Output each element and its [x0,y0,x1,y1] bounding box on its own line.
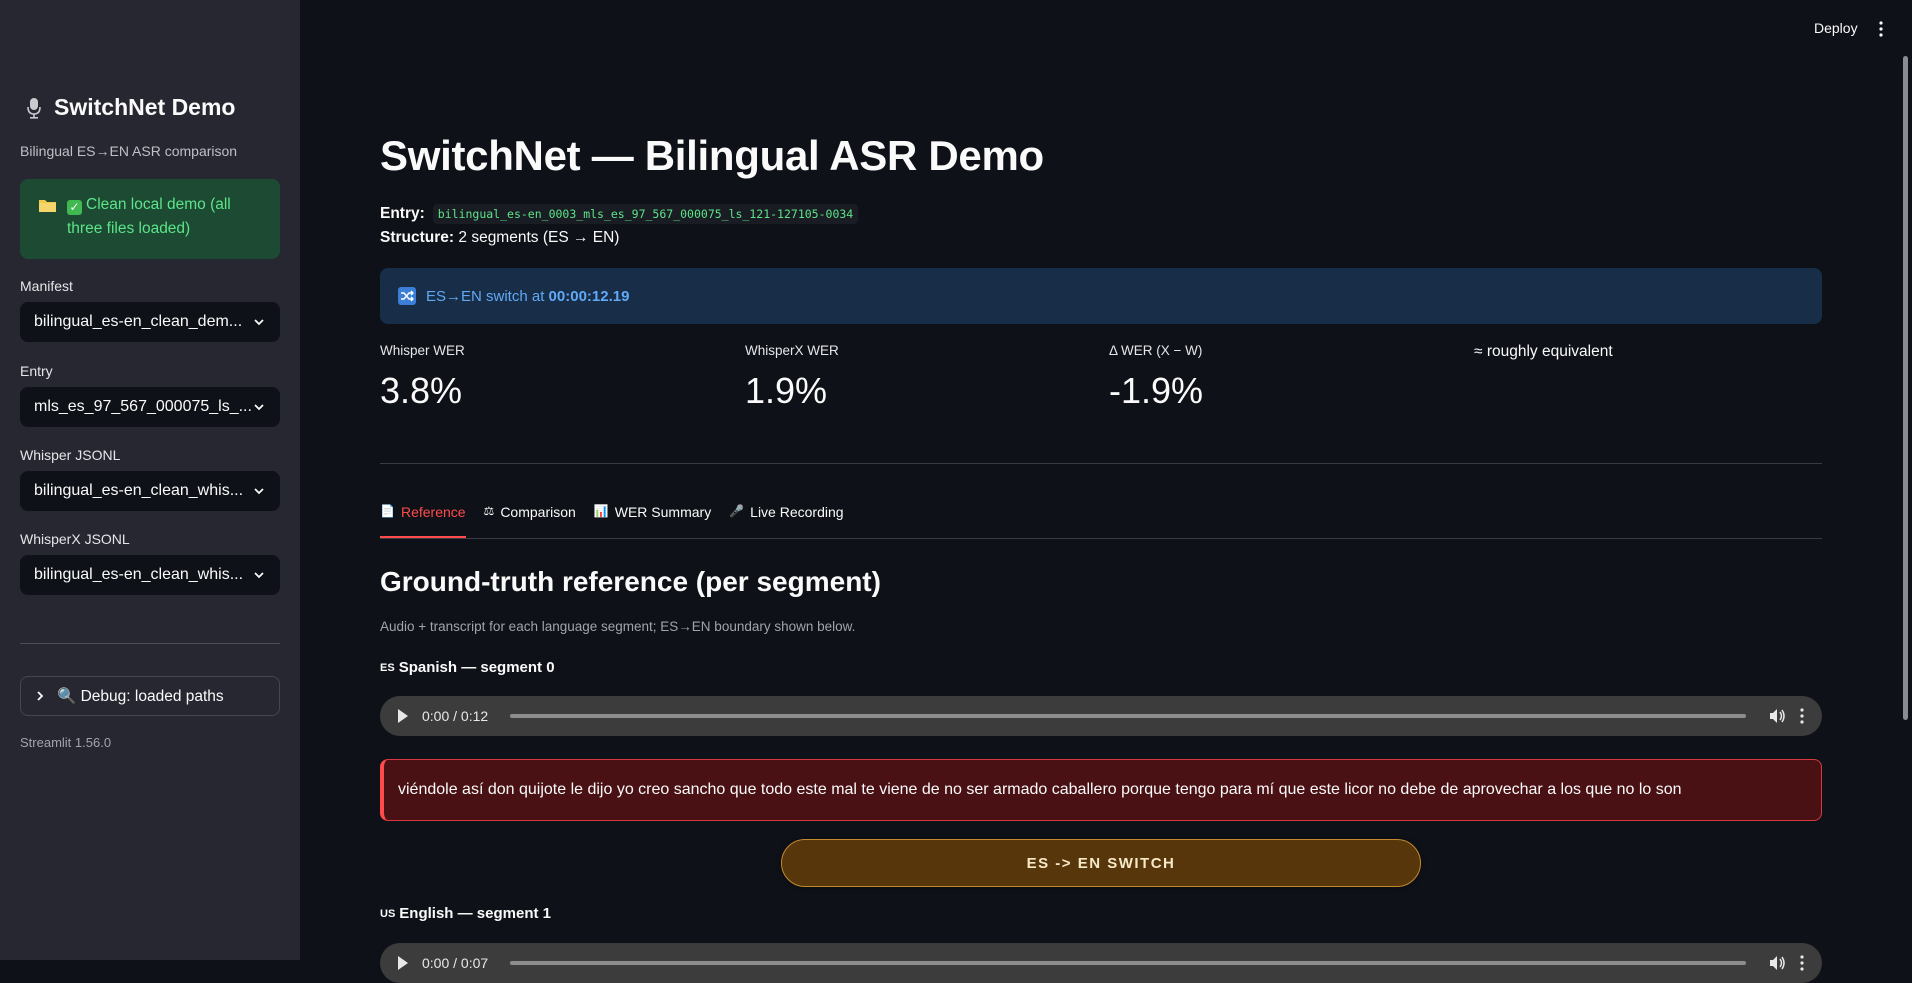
switch-info-label: ES→EN switch at [426,287,545,305]
tab-label: WER Summary [614,504,712,520]
scales-icon: ⚖ [483,504,495,518]
folder-icon [38,197,57,213]
check-icon: ✓ [67,200,82,215]
metric-delta-wer: Δ WER (X − W) -1.9% [1109,343,1203,412]
sidebar-title-text: SwitchNet Demo [54,94,236,120]
flag-es-icon: ES [380,661,395,674]
scrollbar[interactable] [1903,56,1908,720]
structure-row: Structure: 2 segments (ES → EN) [380,229,619,247]
play-icon[interactable] [398,956,408,970]
audio-time: 0:00 / 0:12 [422,708,489,724]
sidebar-title: SwitchNet Demo [26,94,235,121]
whisper-jsonl-label: Whisper JSONL [20,447,121,463]
metric-label: Whisper WER [380,343,465,358]
metric-value: 3.8% [380,370,463,411]
section-caption: Audio + transcript for each language seg… [380,619,856,634]
flag-us-icon: US [380,907,396,920]
manifest-select[interactable]: bilingual_es-en_clean_dem... [20,302,280,342]
tab-wer-summary[interactable]: 📊 WER Summary [594,504,711,538]
entry-select[interactable]: mls_es_97_567_000075_ls_... [20,387,280,427]
play-icon[interactable] [398,709,408,723]
tab-bar: 📄 Reference ⚖ Comparison 📊 WER Summary 🎤 Liv… [380,504,1822,539]
streamlit-version: Streamlit 1.56.0 [20,735,112,750]
chevron-down-icon [254,572,264,579]
debug-expander[interactable]: 🔍 Debug: loaded paths [20,676,280,716]
microphone-icon: 🎤 [729,504,745,518]
switch-info-box: ES→EN switch at 00:00:12.19 [380,268,1822,324]
tab-reference[interactable]: 📄 Reference [380,504,466,538]
metric-whisperx-wer: WhisperX WER 1.9% [745,343,839,412]
entry-select-value: mls_es_97_567_000075_ls_... [34,398,252,415]
whisperx-jsonl-select-value: bilingual_es-en_clean_whis... [34,566,244,583]
segment-title: Spanish — segment 0 [398,659,555,676]
document-icon: 📄 [380,504,395,518]
volume-icon[interactable] [1768,955,1786,971]
sidebar-divider [20,643,280,644]
status-alert: ✓ Clean local demo (all three files loade… [20,179,280,259]
deploy-button[interactable]: Deploy [1814,20,1858,36]
whisperx-jsonl-label: WhisperX JSONL [20,531,130,547]
whisper-jsonl-select[interactable]: bilingual_es-en_clean_whis... [20,471,280,511]
transcript-text: viéndole así don quijote le dijo yo creo… [398,781,1682,798]
tab-label: Reference [400,504,466,520]
more-vertical-icon[interactable] [1800,708,1804,724]
tab-live-recording[interactable]: 🎤 Live Recording [729,504,843,538]
more-vertical-icon[interactable] [1800,955,1804,971]
audio-player-english: 0:00 / 0:07 [380,943,1822,983]
structure-value: 2 segments (ES → EN) [458,229,620,246]
microphone-icon [26,96,42,120]
manifest-label: Manifest [20,278,73,294]
section-title: Ground-truth reference (per segment) [380,566,881,597]
metric-label: Δ WER (X − W) [1109,343,1203,358]
audio-seek-bar[interactable] [510,961,1746,965]
audio-time: 0:00 / 0:07 [422,955,489,971]
metric-whisper-wer: Whisper WER 3.8% [380,343,465,412]
metric-label: WhisperX WER [745,343,839,358]
status-alert-text: ✓ Clean local demo (all three files loade… [67,193,262,259]
structure-label: Structure: [380,229,455,246]
volume-icon[interactable] [1768,708,1786,724]
whisper-jsonl-select-value: bilingual_es-en_clean_whis... [34,482,244,499]
metric-value: -1.9% [1109,370,1204,411]
entry-row: Entry: bilingual_es-en_0003_mls_es_97_56… [380,204,859,224]
switch-info-text: ES→EN switch at 00:00:12.19 [426,288,629,305]
status-text: Clean local demo (all three files loaded… [67,196,231,237]
bar-chart-icon: 📊 [593,504,609,518]
es-en-switch-button[interactable]: ES -> EN SWITCH [781,839,1421,887]
audio-player-spanish: 0:00 / 0:12 [380,696,1822,736]
entry-row-label: Entry: [380,205,425,222]
tab-label: Live Recording [750,504,844,520]
chevron-down-icon [254,488,264,495]
debug-expander-label: 🔍 Debug: loaded paths [57,687,224,705]
manifest-select-value: bilingual_es-en_clean_dem... [34,313,243,330]
tab-label: Comparison [500,504,576,520]
chevron-down-icon [254,404,264,411]
entry-id-code: bilingual_es-en_0003_mls_es_97_567_00007… [432,204,859,224]
chevron-right-icon [37,691,44,701]
divider [380,463,1822,464]
metric-value: 1.9% [745,370,828,411]
verdict-text: ≈ roughly equivalent [1474,343,1613,360]
page-title: SwitchNet — Bilingual ASR Demo [380,132,1044,179]
segment-heading-english: US English — segment 1 [380,905,551,922]
whisperx-jsonl-select[interactable]: bilingual_es-en_clean_whis... [20,555,280,595]
audio-seek-bar[interactable] [510,714,1746,718]
entry-label: Entry [20,363,53,379]
shuffle-icon [398,287,416,305]
segment-heading-spanish: ES Spanish — segment 0 [380,659,555,676]
chevron-down-icon [254,319,264,326]
sidebar-subtitle: Bilingual ES→EN ASR comparison [20,143,238,159]
switch-time: 00:00:12.19 [548,287,630,305]
sidebar: SwitchNet Demo Bilingual ES→EN ASR compa… [0,0,300,960]
more-vertical-icon[interactable] [1874,20,1888,38]
transcript-box-spanish: viéndole así don quijote le dijo yo creo… [380,759,1822,821]
tab-comparison[interactable]: ⚖ Comparison [484,504,576,538]
segment-title: English — segment 1 [399,905,551,922]
